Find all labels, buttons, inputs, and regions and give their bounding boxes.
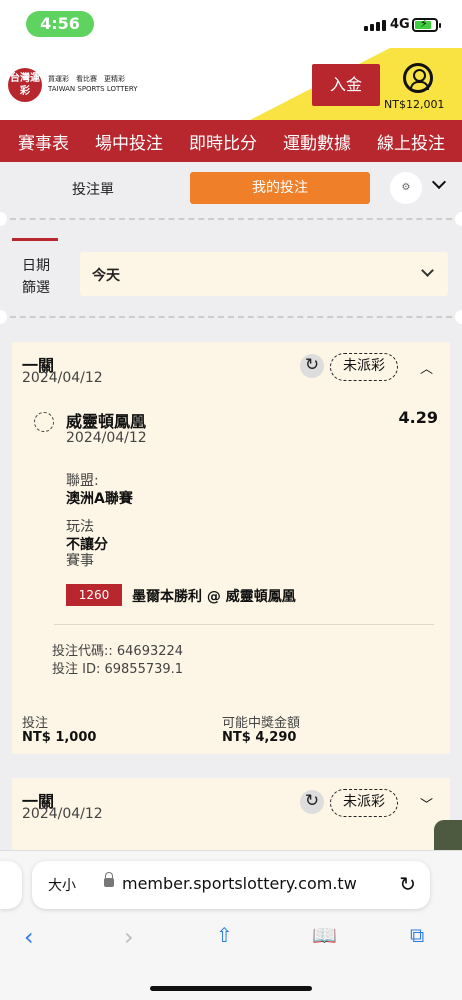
chevron-up-icon[interactable]: ︿ bbox=[420, 358, 433, 377]
selection-team: 威靈頓鳳凰 bbox=[66, 412, 147, 431]
browser-toolbar: 大小 member.sportslottery.com.tw ↻ ‹ › ⇧ 📖… bbox=[0, 850, 462, 1000]
ticket-notch bbox=[455, 310, 462, 324]
league-value: 澳洲A聯賽 bbox=[66, 491, 133, 507]
share-icon[interactable]: ⇧ bbox=[216, 923, 233, 947]
tab-bet-slip[interactable]: 投注單 bbox=[72, 179, 114, 199]
refresh-icon[interactable]: ↻ bbox=[300, 790, 324, 814]
bet-selection: 威靈頓鳳凰 2024/04/12 4.29 聯盟: 澳洲A聯賽 玩法 不讓分 賽… bbox=[24, 390, 438, 678]
previous-tab-preview[interactable] bbox=[0, 861, 22, 909]
lock-icon bbox=[104, 872, 114, 887]
home-indicator[interactable] bbox=[150, 986, 312, 991]
text-size-button[interactable]: 大小 bbox=[48, 875, 76, 895]
main-nav: 賽事表 場中投注 即時比分 運動數據 線上投注 bbox=[0, 120, 462, 162]
refresh-icon[interactable]: ↻ bbox=[300, 354, 324, 378]
ticket-notch bbox=[0, 310, 7, 324]
address-bar[interactable]: 大小 member.sportslottery.com.tw ↻ bbox=[32, 861, 430, 909]
bet-date: 2024/04/12 bbox=[22, 370, 103, 386]
payout-label: 可能中獎金額 bbox=[222, 716, 301, 731]
site-header: 台灣運彩 買運彩 看比賽 更精彩 TAIWAN SPORTS LOTTERY 入金… bbox=[0, 48, 462, 120]
stake-value: NT$ 1,000 bbox=[22, 730, 97, 745]
site-logo[interactable]: 台灣運彩 bbox=[8, 68, 42, 102]
chevron-down-icon bbox=[421, 264, 434, 277]
bet-card: 一關 2024/04/12 ↻ 未派彩 ︿ 威靈頓鳳凰 2024/04/12 4… bbox=[12, 342, 450, 754]
deposit-button[interactable]: 入金 bbox=[312, 64, 380, 106]
selection-status-icon bbox=[34, 412, 54, 432]
selection-date: 2024/04/12 bbox=[66, 430, 147, 446]
account-balance: NT$12,001 bbox=[384, 98, 445, 111]
user-account-icon[interactable] bbox=[403, 63, 433, 93]
payout-value: NT$ 4,290 bbox=[222, 730, 297, 745]
nav-item-live-betting[interactable]: 場中投注 bbox=[95, 129, 163, 154]
network-type: 4G bbox=[390, 17, 410, 32]
divider bbox=[0, 316, 462, 318]
bet-date: 2024/04/12 bbox=[22, 806, 103, 822]
league-label: 聯盟: bbox=[66, 473, 99, 489]
bookmarks-icon[interactable]: 📖 bbox=[312, 923, 337, 947]
status-bar: 4:56 4G ⚡ bbox=[0, 0, 462, 48]
date-filter-label: 日期篩選 bbox=[22, 258, 50, 296]
chevron-down-icon[interactable] bbox=[431, 174, 447, 190]
bet-card: 一關 2024/04/12 ↻ 未派彩 ﹀ bbox=[12, 778, 450, 850]
divider bbox=[54, 624, 434, 625]
nav-item-schedule[interactable]: 賽事表 bbox=[18, 129, 69, 154]
chevron-down-icon[interactable]: ﹀ bbox=[420, 794, 433, 813]
active-tab-indicator bbox=[12, 238, 58, 241]
nav-item-sports-stats[interactable]: 運動數據 bbox=[283, 129, 351, 154]
ticket-notch bbox=[455, 212, 462, 226]
event-id-badge: 1260 bbox=[66, 584, 122, 606]
signal-icon bbox=[364, 20, 386, 31]
reload-icon[interactable]: ↻ bbox=[399, 872, 416, 896]
ticket-notch bbox=[0, 212, 7, 226]
date-filter-select[interactable]: 今天 bbox=[80, 252, 448, 296]
forward-icon[interactable]: › bbox=[124, 923, 134, 951]
back-icon[interactable]: ‹ bbox=[24, 923, 34, 951]
status-badge: 未派彩 bbox=[330, 789, 398, 817]
market-label: 玩法 bbox=[66, 519, 94, 535]
tabs-icon[interactable]: ⧉ bbox=[410, 923, 424, 947]
status-badge: 未派彩 bbox=[330, 353, 398, 381]
battery-icon: ⚡ bbox=[412, 17, 441, 32]
date-filter-value: 今天 bbox=[92, 268, 120, 284]
bet-code: 投注代碼:: 64693224 bbox=[52, 644, 184, 659]
logo-tagline-icon: 買運彩 看比賽 更精彩 TAIWAN SPORTS LOTTERY bbox=[48, 75, 138, 93]
bet-id: 投注 ID: 69855739.1 bbox=[52, 662, 184, 677]
divider bbox=[0, 218, 462, 220]
tab-my-bets[interactable]: 我的投注 bbox=[190, 172, 370, 204]
bet-tabs: 投注單 我的投注 ⚙ bbox=[0, 162, 462, 212]
gear-icon[interactable]: ⚙ bbox=[390, 172, 422, 204]
status-time: 4:56 bbox=[26, 11, 94, 37]
event-label: 賽事 bbox=[66, 553, 94, 569]
url-text: member.sportslottery.com.tw bbox=[122, 874, 357, 893]
stake-label: 投注 bbox=[22, 716, 49, 731]
nav-item-live-scores[interactable]: 即時比分 bbox=[189, 129, 257, 154]
event-name: 墨爾本勝利 @ 威靈頓鳳凰 bbox=[132, 589, 296, 605]
selection-odds: 4.29 bbox=[398, 408, 438, 427]
nav-item-online-betting[interactable]: 線上投注 bbox=[377, 129, 445, 154]
